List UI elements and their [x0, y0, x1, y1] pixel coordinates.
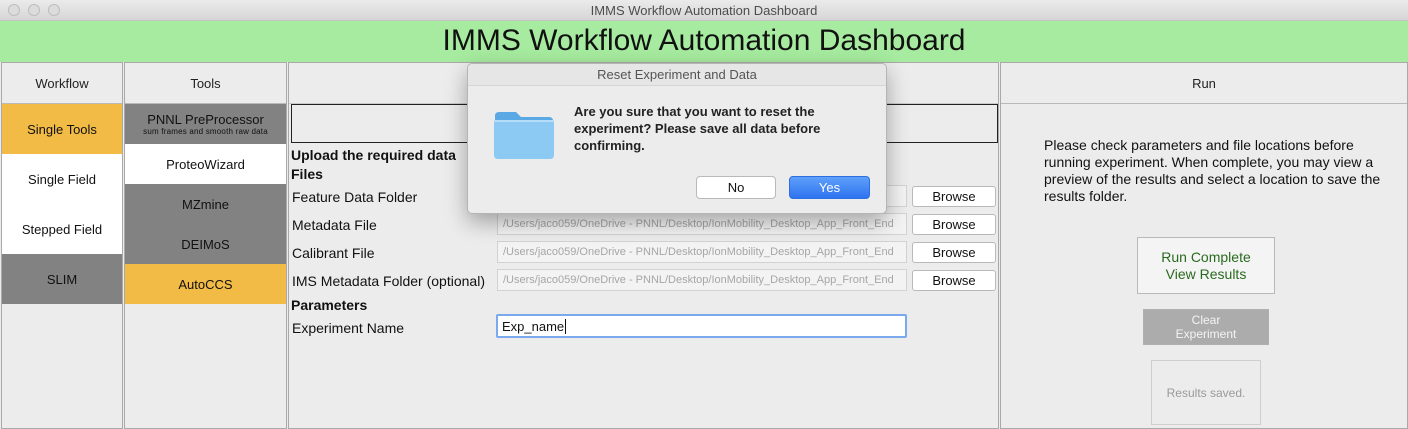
calibrant-file-browse-button[interactable]: Browse [912, 242, 996, 263]
upload-heading: Upload the required data [291, 147, 456, 163]
window-title-bar: IMMS Workflow Automation Dashboard [0, 0, 1408, 21]
experiment-name-label: Experiment Name [292, 320, 405, 336]
metadata-file-field[interactable]: /Users/jaco059/OneDrive - PNNL/Desktop/I… [497, 213, 907, 235]
tool-item-mzmine[interactable]: MZmine [125, 184, 286, 224]
window-title: IMMS Workflow Automation Dashboard [590, 3, 818, 18]
workflow-item-stepped-field[interactable]: Stepped Field [2, 204, 122, 254]
dialog-title: Reset Experiment and Data [468, 64, 886, 86]
run-button-line2: View Results [1165, 265, 1247, 282]
dialog-message: Are you sure that you want to reset the … [574, 104, 821, 153]
calibrant-file-label: Calibrant File [292, 245, 375, 261]
clear-button-line2: Experiment [1175, 327, 1237, 341]
dashboard-title: IMMS Workflow Automation Dashboard [442, 24, 966, 57]
tool-item-proteowizard[interactable]: ProteoWizard [125, 144, 286, 184]
reset-experiment-dialog: Reset Experiment and Data Are you sure t… [467, 63, 887, 214]
tool-item-deimos[interactable]: DEIMoS [125, 224, 286, 264]
workflow-item-single-tools[interactable]: Single Tools [2, 104, 122, 154]
tool-item-label: PNNL PreProcessor [147, 112, 264, 127]
tool-item-pnnl-preprocessor[interactable]: PNNL PreProcessor sum frames and smooth … [125, 104, 286, 144]
tool-item-sublabel: sum frames and smooth raw data [143, 127, 268, 136]
clear-experiment-button[interactable]: Clear Experiment [1143, 309, 1269, 345]
dashboard-banner: IMMS Workflow Automation Dashboard [0, 21, 1408, 62]
metadata-file-browse-button[interactable]: Browse [912, 214, 996, 235]
experiment-name-input[interactable]: Exp_name [496, 314, 907, 338]
tools-header: Tools [125, 63, 286, 104]
dialog-no-button[interactable]: No [696, 176, 776, 199]
experiment-name-value: Exp_name [502, 319, 565, 334]
ims-metadata-folder-field[interactable]: /Users/jaco059/OneDrive - PNNL/Desktop/I… [497, 269, 907, 291]
workflow-item-single-field[interactable]: Single Field [2, 154, 122, 204]
ims-metadata-folder-label: IMS Metadata Folder (optional) [292, 273, 485, 289]
feature-data-browse-button[interactable]: Browse [912, 186, 996, 207]
metadata-file-label: Metadata File [292, 217, 377, 233]
tools-panel: Tools PNNL PreProcessor sum frames and s… [124, 62, 287, 429]
files-heading: Files [291, 166, 323, 182]
workflow-item-slim[interactable]: SLIM [2, 254, 122, 304]
workflow-header: Workflow [2, 63, 122, 104]
tool-item-autoccs[interactable]: AutoCCS [125, 264, 286, 304]
workflow-panel: Workflow Single Tools Single Field Stepp… [1, 62, 123, 429]
ims-metadata-browse-button[interactable]: Browse [912, 270, 996, 291]
run-complete-button[interactable]: Run Complete View Results [1137, 237, 1275, 294]
clear-button-line1: Clear [1191, 313, 1221, 327]
run-header: Run [1001, 63, 1407, 104]
calibrant-file-field[interactable]: /Users/jaco059/OneDrive - PNNL/Desktop/I… [497, 241, 907, 263]
run-instructions: Please check parameters and file locatio… [1044, 137, 1381, 204]
folder-icon [492, 106, 556, 162]
feature-data-folder-label: Feature Data Folder [292, 189, 418, 205]
run-panel: Run Please check parameters and file loc… [1000, 62, 1408, 429]
run-button-line1: Run Complete [1161, 248, 1251, 265]
dialog-yes-button[interactable]: Yes [789, 176, 870, 199]
results-saved-status: Results saved. [1151, 360, 1261, 425]
parameters-heading: Parameters [291, 297, 368, 313]
